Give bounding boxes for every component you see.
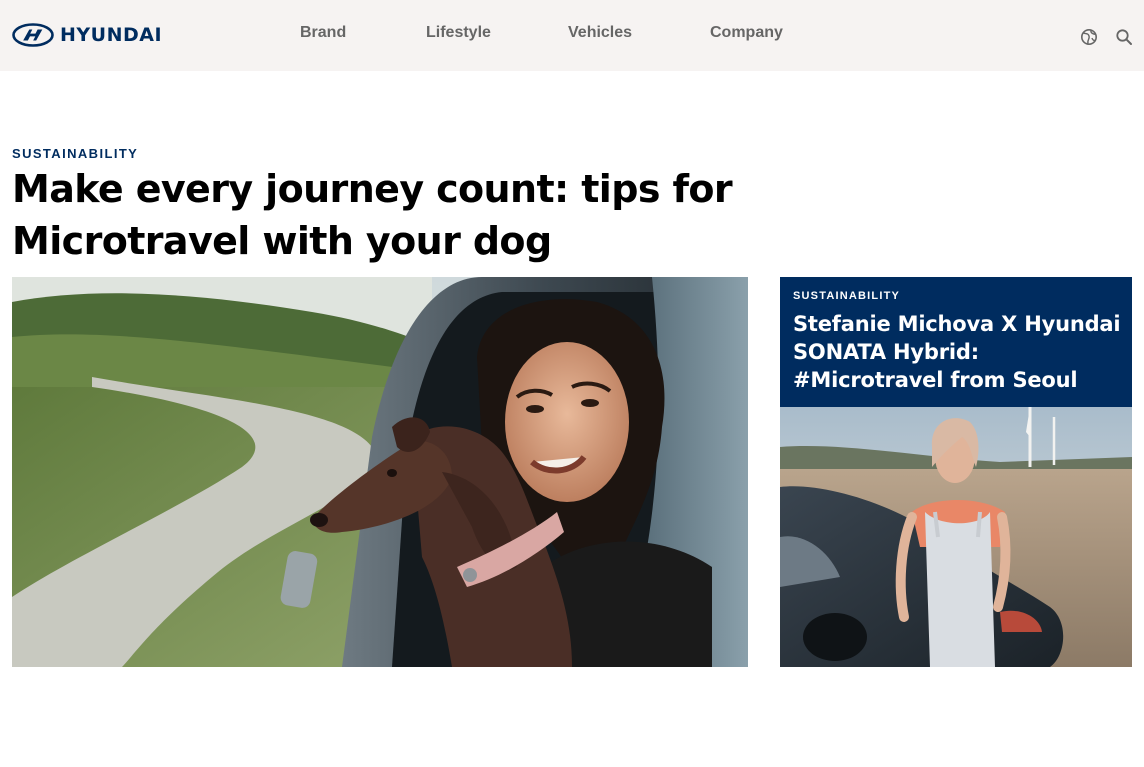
related-article-card[interactable]: SUSTAINABILITY Stefanie Michova X Hyunda… bbox=[780, 277, 1132, 667]
globe-icon[interactable] bbox=[1080, 28, 1098, 46]
nav-item-vehicles[interactable]: Vehicles bbox=[568, 24, 632, 42]
article-title[interactable]: Make every journey count: tips for Micro… bbox=[12, 163, 772, 267]
card-category: SUSTAINABILITY bbox=[793, 290, 901, 302]
nav-item-brand[interactable]: Brand bbox=[300, 24, 346, 42]
card-image[interactable] bbox=[780, 407, 1132, 667]
search-icon[interactable] bbox=[1115, 28, 1133, 46]
hero-image[interactable] bbox=[12, 277, 748, 667]
nav-item-company[interactable]: Company bbox=[710, 24, 783, 42]
article-category[interactable]: SUSTAINABILITY bbox=[12, 146, 138, 161]
logo-wordmark: HYUNDAI bbox=[60, 24, 163, 46]
hero-photo-woman-dog-car bbox=[12, 277, 748, 667]
nav-item-lifestyle[interactable]: Lifestyle bbox=[426, 24, 491, 42]
card-title[interactable]: Stefanie Michova X Hyundai SONATA Hybrid… bbox=[793, 310, 1128, 394]
hyundai-logo-icon bbox=[12, 23, 54, 47]
card-header: SUSTAINABILITY Stefanie Michova X Hyunda… bbox=[780, 277, 1132, 407]
site-header: HYUNDAI Brand Lifestyle Vehicles Company bbox=[0, 0, 1144, 71]
card-photo-woman-car-windmill bbox=[780, 407, 1132, 667]
hyundai-logo[interactable]: HYUNDAI bbox=[12, 23, 162, 47]
